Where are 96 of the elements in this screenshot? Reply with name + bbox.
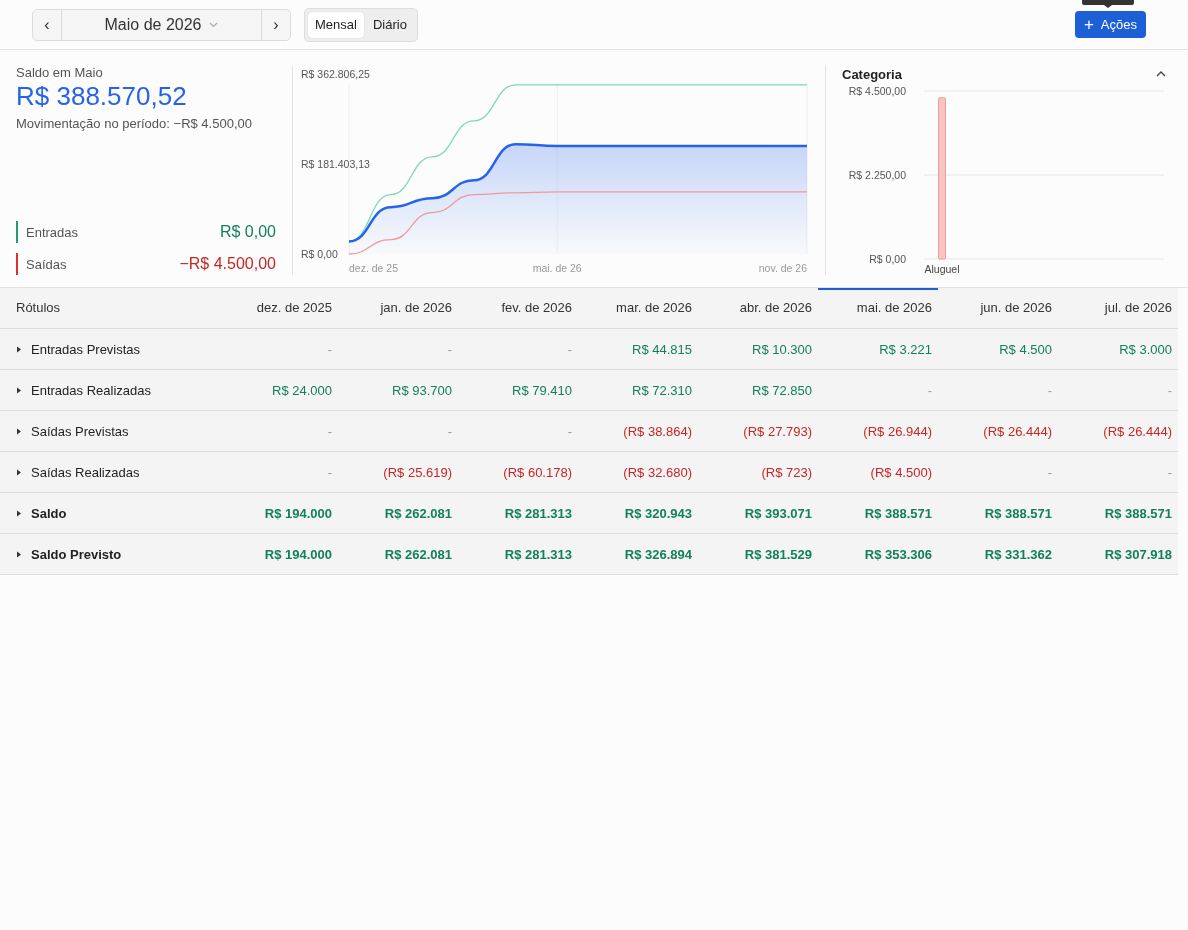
- table-cell-text: R$ 381.529: [743, 546, 813, 562]
- table-cell-text: (R$ 32.680): [622, 464, 693, 480]
- table-cell-text: -: [326, 423, 333, 439]
- tooltip: [1082, 0, 1134, 8]
- axis-label: R$ 0,00: [301, 248, 338, 260]
- axis-label: mai. de 26: [532, 262, 582, 274]
- table-cell-text: -: [1046, 464, 1053, 480]
- row-label: Saídas Realizadas: [31, 464, 140, 480]
- table-cell-text: -: [1046, 382, 1053, 398]
- table-cell-text: R$ 72.850: [751, 382, 813, 398]
- axis-label: R$ 0,00: [869, 253, 906, 265]
- table-cell-text: (R$ 25.619): [382, 464, 453, 480]
- table-cell-text: -: [1166, 382, 1173, 398]
- table-cell-text: R$ 388.571: [863, 505, 933, 521]
- table-cell-text: -: [326, 464, 333, 480]
- caret-right-icon[interactable]: [16, 468, 22, 476]
- total-value: R$ 0,00: [219, 223, 276, 241]
- table-cell-text: -: [926, 382, 933, 398]
- table-cell-text: R$ 3.000: [1118, 341, 1173, 357]
- column-header[interactable]: jun. de 2026: [938, 288, 1058, 328]
- table-cell-text: -: [1166, 464, 1173, 480]
- table-cell-text: R$ 393.071: [743, 505, 813, 521]
- table-cell-text: (R$ 723): [760, 464, 813, 480]
- axis-label: R$ 4.500,00: [848, 85, 906, 97]
- actions-button[interactable]: + Ações: [1074, 11, 1146, 38]
- table-cell-text: (R$ 27.793): [742, 423, 813, 439]
- caret-right-icon[interactable]: [16, 550, 22, 558]
- caret-right-icon[interactable]: [16, 386, 22, 394]
- table-cell-text: R$ 44.815: [631, 341, 693, 357]
- table-cell-text: (R$ 4.500): [869, 464, 933, 480]
- period-dropdown[interactable]: Maio de 2026: [61, 9, 262, 40]
- column-header: Rótulos: [15, 299, 62, 317]
- table-cell-text: (R$ 26.444): [982, 423, 1053, 439]
- chevron-up-icon[interactable]: [1156, 71, 1166, 77]
- table-cell-text: R$ 3.221: [878, 341, 933, 357]
- next-button[interactable]: ›: [262, 9, 290, 40]
- table-cell-text: -: [446, 341, 453, 357]
- table-cell-text: R$ 194.000: [263, 546, 333, 562]
- column-header[interactable]: mar. de 2026: [578, 288, 698, 328]
- period-movement: Movimentação no período: −R$ 4.500,00: [16, 116, 253, 131]
- table-cell-text: R$ 262.081: [383, 505, 453, 521]
- column-header[interactable]: dez. de 2025: [218, 288, 338, 328]
- table-cell-text: R$ 281.313: [503, 505, 573, 521]
- column-header[interactable]: jul. de 2026: [1058, 288, 1178, 328]
- total-label: Entradas: [26, 224, 80, 240]
- table-cell-text: R$ 79.410: [511, 382, 573, 398]
- table-cell-text: (R$ 26.944): [862, 423, 933, 439]
- table-cell-text: R$ 4.500: [998, 341, 1053, 357]
- table-cell-text: R$ 262.081: [383, 546, 453, 562]
- row-label: Saldo Previsto: [31, 546, 122, 562]
- column-header[interactable]: jan. de 2026: [338, 288, 458, 328]
- column-header[interactable]: mai. de 2026: [818, 288, 938, 328]
- table-cell-text: -: [566, 341, 573, 357]
- summary-title: Saldo em Maio: [16, 65, 104, 80]
- table-cell-text: R$ 10.300: [751, 341, 813, 357]
- table-cell-text: R$ 320.943: [623, 505, 693, 521]
- row-label: Saídas Previstas: [31, 423, 129, 439]
- table-cell-text: -: [566, 423, 573, 439]
- table-cell-text: (R$ 26.444): [1102, 423, 1173, 439]
- table-cell-text: R$ 331.362: [983, 546, 1053, 562]
- table-cell-text: R$ 93.700: [391, 382, 453, 398]
- total-label: Saídas: [26, 256, 68, 272]
- row-label: Entradas Previstas: [31, 341, 141, 357]
- column-header[interactable]: fev. de 2026: [458, 288, 578, 328]
- chart-title: Categoria: [842, 66, 903, 82]
- table-cell-text: R$ 353.306: [863, 546, 933, 562]
- table-cell-text: R$ 194.000: [263, 505, 333, 521]
- category-label: Aluguel: [924, 263, 960, 275]
- caret-right-icon[interactable]: [16, 345, 22, 353]
- table-cell-text: (R$ 60.178): [502, 464, 573, 480]
- axis-label: nov. de 26: [758, 262, 807, 274]
- caret-right-icon[interactable]: [16, 427, 22, 435]
- table-cell-text: R$ 307.918: [1103, 546, 1173, 562]
- caret-right-icon[interactable]: [16, 509, 22, 517]
- axis-label: dez. de 25: [349, 262, 399, 274]
- column-header[interactable]: abr. de 2026: [698, 288, 818, 328]
- axis-label: R$ 2.250,00: [848, 169, 906, 181]
- table-cell-text: -: [326, 341, 333, 357]
- table-cell-text: R$ 72.310: [631, 382, 693, 398]
- previous-button[interactable]: ‹: [33, 9, 61, 40]
- chevron-down-icon: [209, 21, 219, 28]
- row-label: Saldo: [31, 505, 67, 521]
- table-cell-text: -: [446, 423, 453, 439]
- table-cell-text: R$ 388.571: [983, 505, 1053, 521]
- table-cell-text: R$ 281.313: [503, 546, 573, 562]
- total-value: −R$ 4.500,00: [179, 255, 276, 273]
- view-tab[interactable]: Mensal: [308, 11, 364, 38]
- row-label: Entradas Realizadas: [31, 382, 151, 398]
- table-cell-text: (R$ 38.864): [622, 423, 693, 439]
- axis-label: R$ 362.806,25: [301, 68, 370, 80]
- table-cell-text: R$ 24.000: [271, 382, 333, 398]
- view-tab[interactable]: Diário: [365, 11, 414, 38]
- table-cell-text: R$ 326.894: [623, 546, 693, 562]
- axis-label: R$ 181.403,13: [301, 158, 370, 170]
- balance-amount: R$ 388.570,52: [16, 81, 188, 112]
- table-cell-text: R$ 388.571: [1103, 505, 1173, 521]
